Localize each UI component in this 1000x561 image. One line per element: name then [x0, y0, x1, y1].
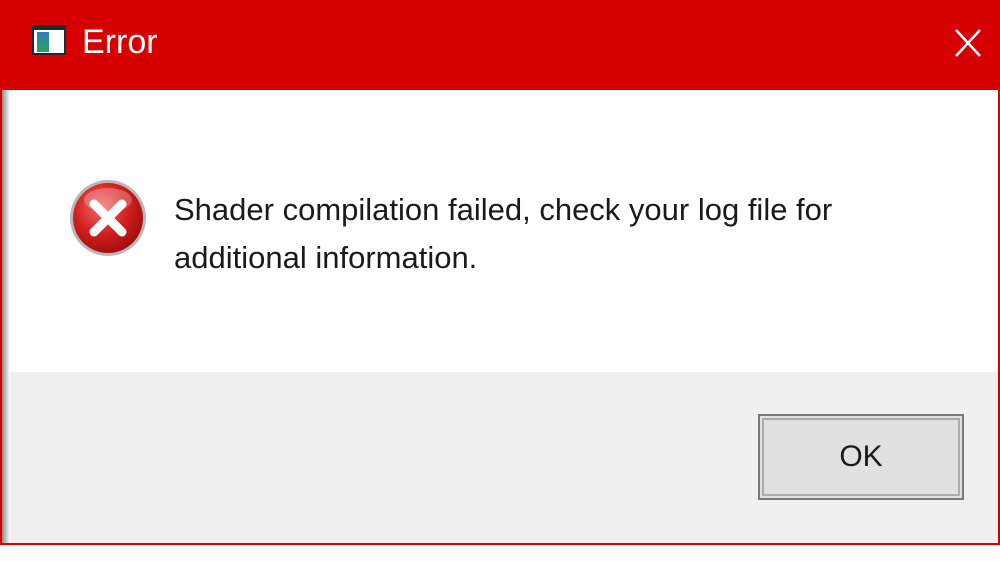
error-dialog-window: Error Shader compilation failed, check y…	[0, 0, 1000, 545]
window-left-edge	[2, 90, 10, 543]
window-app-icon	[32, 25, 66, 55]
title-bar[interactable]: Error	[2, 0, 998, 90]
window-title: Error	[82, 23, 158, 61]
error-message: Shader compilation failed, check your lo…	[174, 192, 833, 275]
close-icon	[955, 29, 981, 57]
error-icon	[68, 178, 148, 258]
dialog-button-bar: OK	[2, 372, 998, 543]
dialog-content: Shader compilation failed, check your lo…	[2, 90, 998, 372]
close-button[interactable]	[942, 18, 994, 68]
ok-button[interactable]: OK	[758, 414, 964, 500]
